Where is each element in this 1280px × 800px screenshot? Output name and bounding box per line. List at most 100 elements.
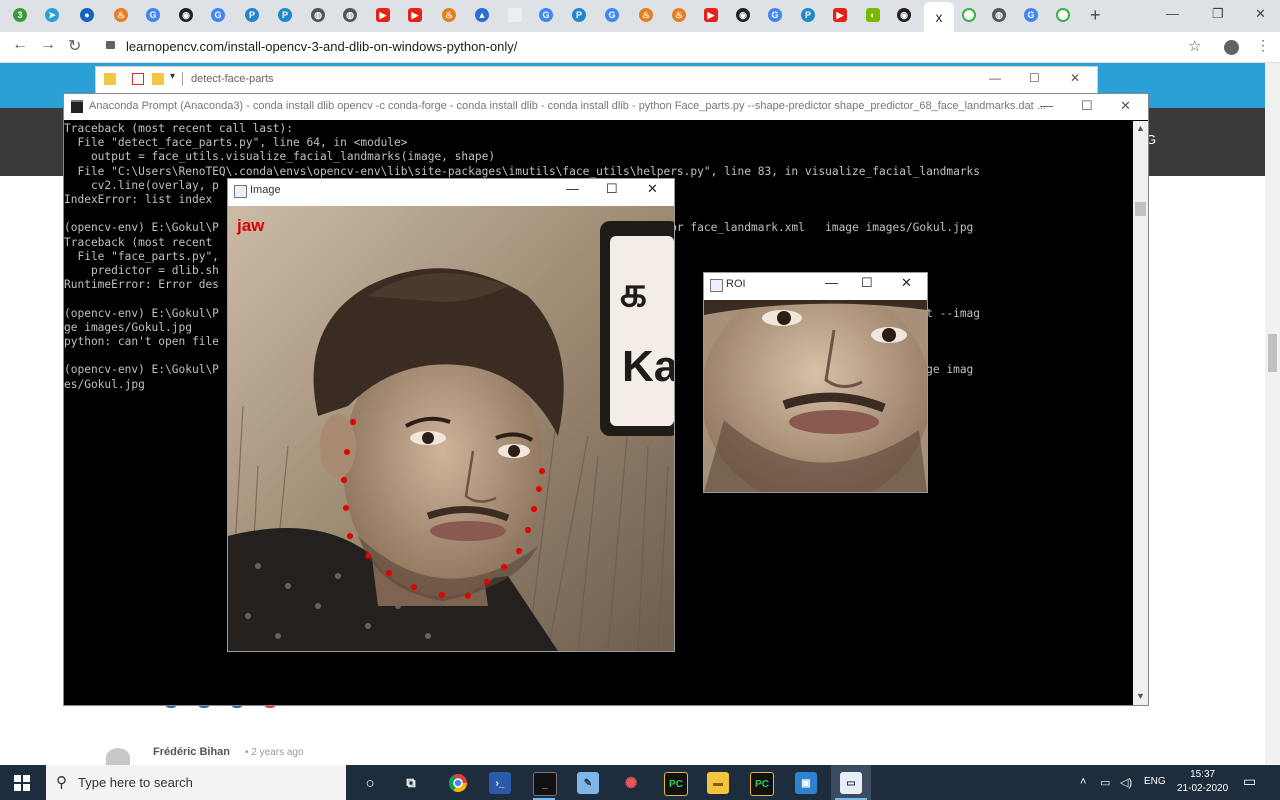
dropdown-icon[interactable]: ▾ — [170, 71, 175, 82]
system-clock[interactable]: 15:37 21-02-2020 — [1177, 768, 1228, 796]
tab-loading-icon[interactable] — [1052, 4, 1074, 26]
tab-globe-icon[interactable]: ◍ — [988, 4, 1010, 26]
bookmark-star-icon[interactable]: ☆ — [1188, 37, 1201, 55]
back-arrow-icon[interactable]: ← — [12, 36, 28, 54]
properties-icon[interactable] — [132, 73, 144, 85]
menu-kebab-icon[interactable]: ⋮ — [1256, 37, 1270, 54]
tab-google-icon[interactable]: G — [1020, 4, 1042, 26]
tab-java-icon[interactable]: ♨ — [668, 4, 690, 26]
image-window[interactable]: Image — ☐ ✕ க Ka jaw — [227, 178, 675, 652]
explorer-window[interactable]: ▾ detect-face-parts — ☐ ✕ — [95, 66, 1098, 96]
scroll-up-icon[interactable]: ▲ — [1136, 123, 1145, 133]
notepad-icon[interactable]: ✎ — [577, 772, 599, 794]
maximize-icon[interactable]: ☐ — [1081, 98, 1093, 114]
pycharm-icon[interactable]: PC — [750, 772, 774, 796]
volume-icon[interactable]: ◁) — [1120, 776, 1132, 789]
tab-telegram-icon[interactable]: ➤ — [41, 4, 63, 26]
tab-google-icon[interactable]: G — [142, 4, 164, 26]
tray-chevron-icon[interactable]: ˄ — [1080, 776, 1086, 788]
tab-favicon-icon[interactable]: 3 — [9, 4, 31, 26]
chrome-icon[interactable] — [447, 772, 469, 794]
tab-youtube-icon[interactable]: ▶ — [372, 4, 394, 26]
console-line: python: can't open file — [64, 335, 219, 348]
comment-author[interactable]: Frédéric Bihan — [153, 746, 230, 758]
tab-globe-icon[interactable]: ◍ — [307, 4, 329, 26]
close-icon[interactable]: ✕ — [901, 275, 912, 291]
scroll-down-icon[interactable]: ▼ — [1136, 691, 1145, 701]
tab-pycharm-icon[interactable]: P — [274, 4, 296, 26]
console-scrollbar-thumb[interactable] — [1135, 202, 1146, 216]
maximize-icon[interactable]: ☐ — [1029, 71, 1040, 85]
cortana-icon[interactable]: ○ — [359, 772, 381, 794]
tab-loading-icon[interactable] — [958, 4, 980, 26]
minimize-icon[interactable]: — — [1166, 6, 1179, 21]
tab-java-icon[interactable]: ♨ — [635, 4, 657, 26]
new-tab-button[interactable]: + — [1090, 5, 1101, 26]
language-indicator[interactable]: ENG — [1144, 776, 1166, 787]
roi-window-titlebar[interactable]: ROI — ☐ ✕ — [704, 273, 927, 299]
forward-arrow-icon[interactable]: → — [40, 36, 56, 54]
image-window-titlebar[interactable]: Image — ☐ ✕ — [228, 179, 674, 205]
notifications-icon[interactable]: ▭ — [1243, 773, 1256, 790]
minimize-icon[interactable]: — — [566, 181, 579, 196]
minimize-icon[interactable]: — — [825, 275, 838, 290]
tab-youtube-icon[interactable]: ▶ — [404, 4, 426, 26]
tab-java-icon[interactable]: ♨ — [110, 4, 132, 26]
tab-google-icon[interactable]: G — [601, 4, 623, 26]
tab-github-icon[interactable]: ◉ — [893, 4, 915, 26]
tab-google-icon[interactable]: G — [764, 4, 786, 26]
tab-java-icon[interactable]: ♨ — [438, 4, 460, 26]
tab-circle-icon[interactable]: ● — [76, 4, 98, 26]
windows-start-icon[interactable] — [14, 775, 30, 796]
tab-blank-icon[interactable] — [504, 4, 526, 26]
network-icon[interactable]: ▭ — [1100, 776, 1110, 789]
tab-github-icon[interactable]: ◉ — [732, 4, 754, 26]
active-tab-close-button[interactable]: x — [924, 2, 954, 32]
address-bar[interactable]: learnopencv.com/install-opencv-3-and-dli… — [96, 35, 1226, 59]
tab-pycharm-icon[interactable]: P — [568, 4, 590, 26]
task-view-icon[interactable]: ⧉ — [400, 772, 422, 794]
maximize-icon[interactable]: ☐ — [606, 181, 618, 197]
maximize-icon[interactable]: ☐ — [861, 275, 873, 291]
minimize-icon[interactable]: — — [1040, 98, 1053, 113]
opencv-window-taskbar-button[interactable]: ▭ — [831, 765, 871, 800]
taskbar-search-box[interactable]: ⚲ Type here to search — [46, 765, 346, 800]
tab-globe-icon[interactable]: ◍ — [339, 4, 361, 26]
account-avatar-icon[interactable] — [1224, 40, 1239, 55]
url-text[interactable]: learnopencv.com/install-opencv-3-and-dli… — [126, 39, 517, 54]
close-icon[interactable]: ✕ — [1255, 6, 1266, 22]
roi-window[interactable]: ROI — ☐ ✕ — [703, 272, 928, 493]
roi-photo — [704, 300, 927, 492]
terminal-icon[interactable]: _ — [533, 772, 557, 796]
tab-pycharm-icon[interactable]: P — [797, 4, 819, 26]
tab-youtube-icon[interactable]: ▶ — [700, 4, 722, 26]
restore-icon[interactable]: ❐ — [1212, 6, 1224, 22]
new-folder-icon[interactable] — [152, 73, 164, 85]
remote-desktop-icon[interactable]: ▣ — [795, 772, 817, 794]
jaw-landmark-dot — [386, 570, 392, 576]
terminal-icon — [71, 100, 83, 113]
pycharm-icon[interactable]: PC — [664, 772, 688, 796]
tab-pycharm-icon[interactable]: P — [241, 4, 263, 26]
tab-triangle-icon[interactable]: ▲ — [471, 4, 493, 26]
close-icon[interactable]: ✕ — [647, 181, 658, 197]
tab-google-icon[interactable]: G — [535, 4, 557, 26]
console-titlebar[interactable]: Anaconda Prompt (Anaconda3) - conda inst… — [64, 94, 1148, 120]
powershell-icon[interactable]: ›_ — [489, 772, 511, 794]
close-icon[interactable]: ✕ — [1120, 98, 1131, 114]
page-scrollbar-thumb[interactable] — [1268, 334, 1277, 372]
jaw-landmark-dot — [531, 506, 537, 512]
tab-nvidia-icon[interactable]: ◐ — [862, 4, 884, 26]
close-icon[interactable]: ✕ — [1070, 71, 1080, 85]
window-icon — [234, 185, 247, 198]
paint-icon[interactable]: ✺ — [620, 772, 642, 794]
reload-icon[interactable]: ↻ — [68, 36, 81, 56]
tab-youtube-icon[interactable]: ▶ — [829, 4, 851, 26]
minimize-icon[interactable]: — — [989, 71, 1001, 85]
tab-google-icon[interactable]: G — [207, 4, 229, 26]
file-explorer-icon[interactable]: ▬ — [707, 772, 729, 794]
tab-github-icon[interactable]: ◉ — [175, 4, 197, 26]
page-scrollbar[interactable] — [1265, 63, 1280, 768]
search-placeholder[interactable]: Type here to search — [78, 775, 193, 790]
window-icon: ▭ — [840, 772, 862, 794]
